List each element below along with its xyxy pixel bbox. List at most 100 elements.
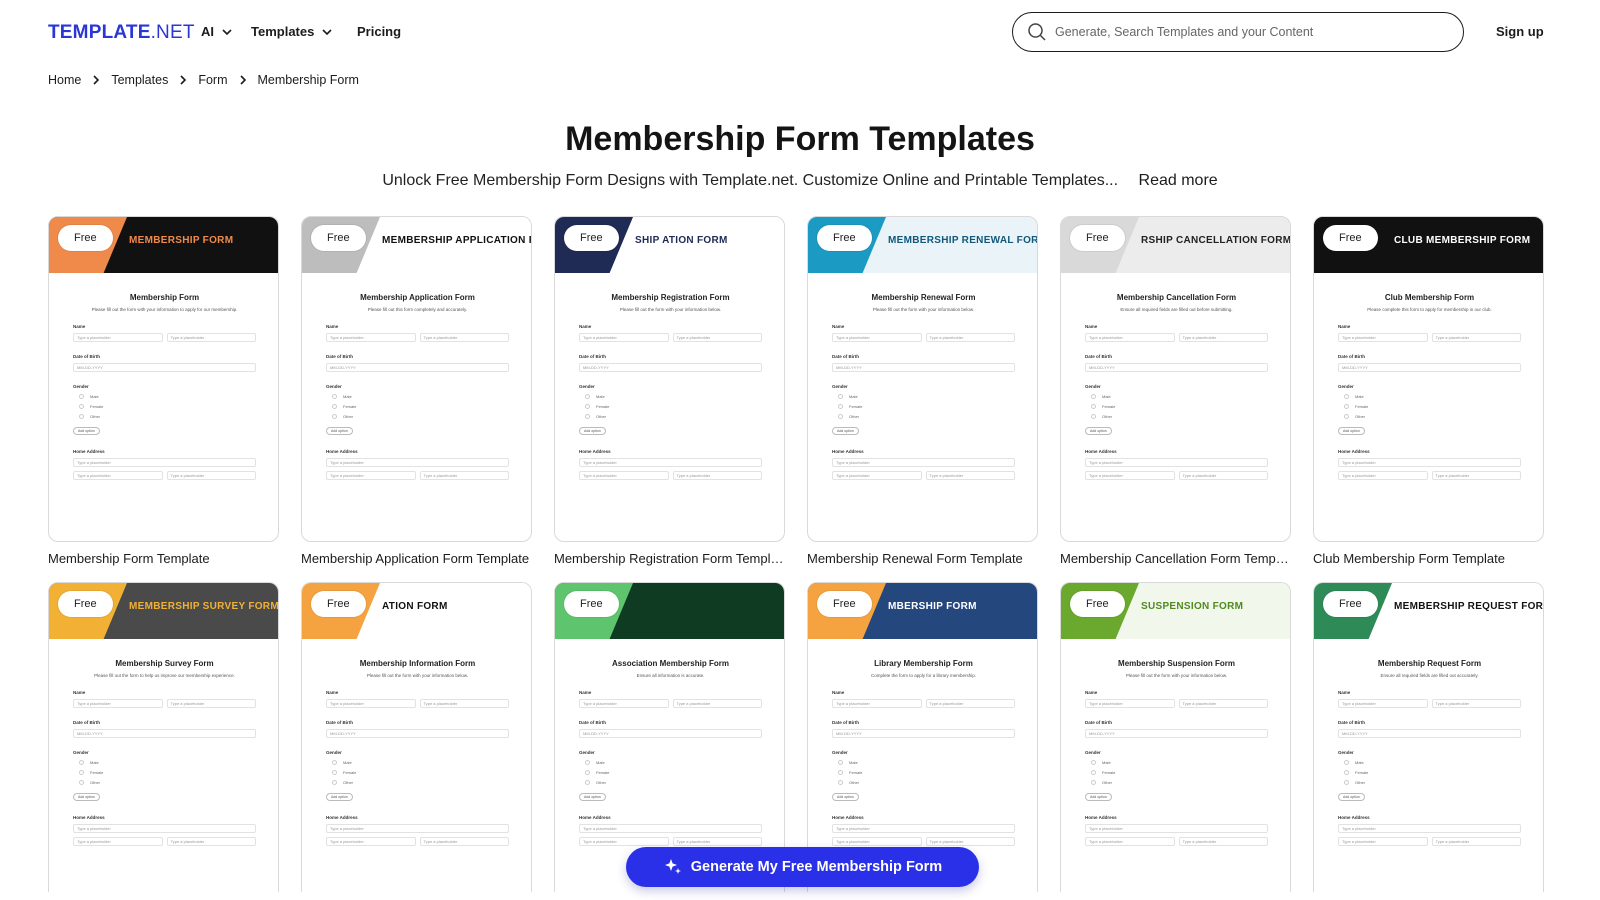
template-card[interactable]: RSHIP CANCELLATION FORM Free Membership Ca…: [1060, 216, 1291, 566]
search-bar[interactable]: [1012, 12, 1464, 52]
template-card-title[interactable]: Membership Application Form Template: [301, 551, 532, 566]
template-card[interactable]: CLUB MEMBERSHIP FORM Free Club Membership …: [1313, 216, 1544, 566]
breadcrumb-home[interactable]: Home: [48, 73, 81, 87]
template-thumbnail[interactable]: SUSPENSION FORM Free Membership Suspension…: [1060, 582, 1291, 892]
read-more-link[interactable]: Read more: [1139, 172, 1218, 189]
form-field-label: Date of Birth: [73, 354, 100, 359]
radio-dot: [1091, 394, 1096, 399]
template-card-title[interactable]: Membership Renewal Form Template: [807, 551, 1038, 566]
radio-label: Male: [90, 760, 99, 765]
template-card[interactable]: ATION RSHIP FORM Free Association Membersh…: [554, 582, 785, 892]
signup-button[interactable]: Sign up: [1496, 24, 1544, 39]
banner-title: ATION FORM: [382, 601, 448, 612]
template-card[interactable]: MEMBERSHIP FORM Free Membership Form Please…: [48, 216, 279, 566]
form-preview-title: Membership Request Form: [1377, 659, 1482, 668]
banner-title: SUSPENSION FORM: [1141, 601, 1244, 612]
radio-dot: [1091, 760, 1096, 765]
template-card[interactable]: MEMBERSHIP SURVEY FORM Free Membership Sur…: [48, 582, 279, 892]
template-card-title[interactable]: Membership Registration Form Template: [554, 551, 785, 566]
form-input-row: MM-DD-YYYY: [579, 729, 762, 738]
form-input-row: Type a placeholder Type a placeholder: [1338, 471, 1521, 480]
template-card[interactable]: MEMBERSHIP APPLICATION FORM Free Membershi…: [301, 216, 532, 566]
radio-label: Male: [596, 394, 605, 399]
form-preview: Membership Renewal Form Please fill out t…: [808, 273, 1037, 480]
template-thumbnail[interactable]: ATION RSHIP FORM Free Association Membersh…: [554, 582, 785, 892]
free-badge: Free: [311, 591, 366, 617]
template-card-title[interactable]: Membership Form Template: [48, 551, 279, 566]
template-thumbnail[interactable]: MEMBERSHIP SURVEY FORM Free Membership Sur…: [48, 582, 279, 892]
nav-templates-label: Templates: [251, 24, 315, 39]
form-input-preview: Type a placeholder: [1178, 471, 1268, 480]
form-field-label: Gender: [832, 384, 848, 389]
form-preview-subtitle: Ensure all information is accurate.: [636, 673, 705, 678]
form-field-label: Name: [832, 690, 845, 695]
template-thumbnail[interactable]: MEMBERSHIP REQUEST FORM Free Membership Re…: [1313, 582, 1544, 892]
radio-dot: [1344, 770, 1349, 775]
banner-title: MBERSHIP FORM: [888, 601, 977, 612]
nav-templates[interactable]: Templates: [251, 24, 334, 39]
breadcrumb-templates[interactable]: Templates: [111, 73, 168, 87]
radio-dot: [585, 414, 590, 419]
radio-label: Female: [849, 404, 863, 409]
form-field-label: Home Address: [73, 449, 105, 454]
template-card[interactable]: MEMBERSHIP RENEWAL FORM Free Membership Re…: [807, 216, 1038, 566]
radio-dot: [1091, 770, 1096, 775]
template-thumbnail[interactable]: MEMBERSHIP RENEWAL FORM Free Membership Re…: [807, 216, 1038, 542]
form-radio-option: Male: [832, 394, 1015, 399]
radio-label: Other: [343, 414, 354, 419]
template-thumbnail[interactable]: RSHIP CANCELLATION FORM Free Membership Ca…: [1060, 216, 1291, 542]
generate-form-button[interactable]: Generate My Free Membership Form: [626, 847, 979, 887]
radio-label: Female: [849, 770, 863, 775]
radio-label: Other: [1102, 780, 1113, 785]
template-thumbnail[interactable]: MBERSHIP FORM Free Library Membership Form…: [807, 582, 1038, 892]
form-input-preview: Type a placeholder: [73, 837, 163, 846]
form-input-row: Type a placeholder Type a placeholder: [832, 333, 1015, 342]
radio-dot: [585, 770, 590, 775]
form-input-preview: Type a placeholder: [579, 699, 669, 708]
search-input[interactable]: [1055, 25, 1435, 39]
banner-title: SHIP ATION FORM: [635, 235, 728, 246]
form-field-label: Home Address: [579, 449, 611, 454]
form-field-label: Date of Birth: [832, 354, 859, 359]
form-input-row: Type a placeholder Type a placeholder: [832, 471, 1015, 480]
template-card[interactable]: SUSPENSION FORM Free Membership Suspension…: [1060, 582, 1291, 892]
template-thumbnail[interactable]: MEMBERSHIP APPLICATION FORM Free Membershi…: [301, 216, 532, 542]
template-card-title[interactable]: Membership Cancellation Form Template: [1060, 551, 1291, 566]
form-input-preview: Type a placeholder: [326, 333, 416, 342]
radio-label: Other: [596, 414, 607, 419]
template-card[interactable]: MEMBERSHIP REQUEST FORM Free Membership Re…: [1313, 582, 1544, 892]
form-input-preview: MM-DD-YYYY: [1085, 363, 1268, 372]
chevron-down-icon: [222, 28, 232, 35]
form-input-preview: Type a placeholder: [1178, 837, 1268, 846]
form-input-preview: Type a placeholder: [579, 837, 669, 846]
nav-pricing[interactable]: Pricing: [357, 24, 401, 39]
form-input-row: Type a placeholder: [73, 824, 256, 833]
template-thumbnail[interactable]: MEMBERSHIP FORM Free Membership Form Please…: [48, 216, 279, 542]
form-input-preview: MM-DD-YYYY: [832, 729, 1015, 738]
banner-title: MEMBERSHIP SURVEY FORM: [129, 601, 278, 612]
form-input-row: MM-DD-YYYY: [579, 363, 762, 372]
template-card[interactable]: SHIP ATION FORM Free Membership Registrati…: [554, 216, 785, 566]
breadcrumb-form[interactable]: Form: [198, 73, 227, 87]
form-input-preview: Type a placeholder: [419, 837, 509, 846]
form-field-label: Date of Birth: [832, 720, 859, 725]
nav-ai[interactable]: AI: [201, 24, 234, 39]
form-field-label: Home Address: [832, 449, 864, 454]
banner-title: RSHIP CANCELLATION FORM: [1141, 235, 1290, 246]
form-input-preview: Type a placeholder: [1338, 333, 1428, 342]
form-preview-subtitle: Please fill out the form to help us impr…: [94, 673, 235, 678]
form-field-label: Date of Birth: [73, 720, 100, 725]
template-thumbnail[interactable]: ATION FORM Free Membership Information For…: [301, 582, 532, 892]
radio-label: Male: [1355, 394, 1364, 399]
template-card[interactable]: MBERSHIP FORM Free Library Membership Form…: [807, 582, 1038, 892]
form-field-label: Gender: [1338, 384, 1354, 389]
template-thumbnail[interactable]: CLUB MEMBERSHIP FORM Free Club Membership …: [1313, 216, 1544, 542]
site-logo[interactable]: TEMPLATE.NET: [48, 22, 195, 44]
form-field-label: Name: [579, 324, 592, 329]
template-card-title[interactable]: Club Membership Form Template: [1313, 551, 1544, 566]
form-radio-option: Female: [326, 770, 509, 775]
form-input-preview: Type a placeholder: [1431, 699, 1521, 708]
template-card[interactable]: ATION FORM Free Membership Information For…: [301, 582, 532, 892]
template-thumbnail[interactable]: SHIP ATION FORM Free Membership Registrati…: [554, 216, 785, 542]
form-field-label: Home Address: [832, 815, 864, 820]
